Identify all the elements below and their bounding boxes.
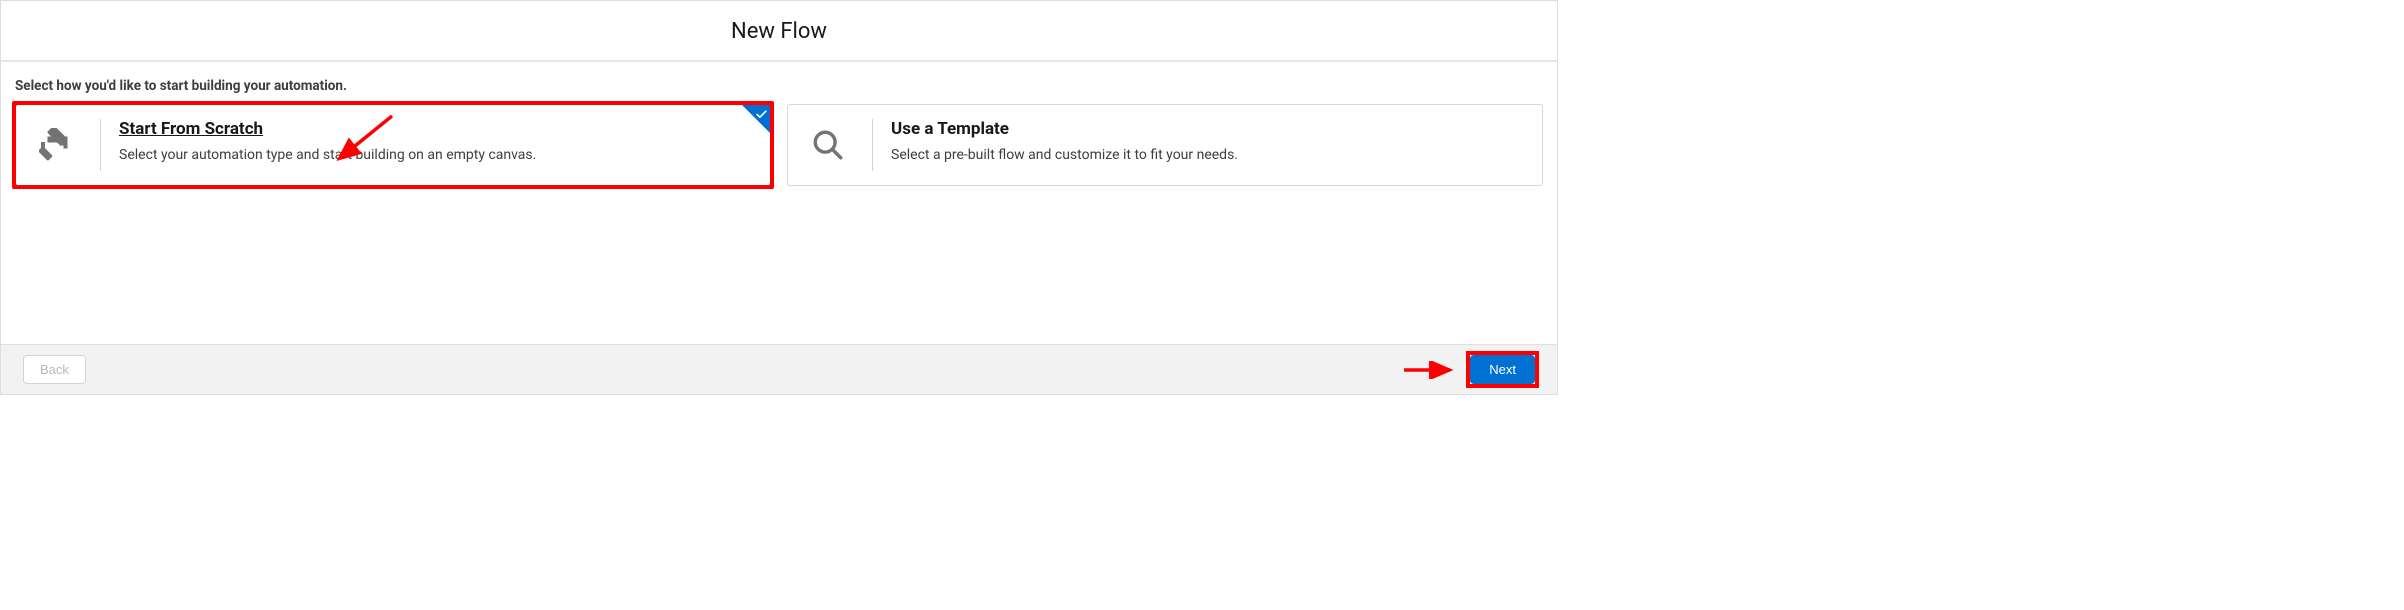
card-divider — [872, 119, 873, 171]
card-desc: Select your automation type and start bu… — [119, 147, 752, 163]
option-use-a-template[interactable]: Use a Template Select a pre-built flow a… — [787, 104, 1543, 186]
check-icon — [755, 106, 768, 125]
hammer-icon — [30, 119, 82, 171]
prompt-text: Select how you'd like to start building … — [15, 78, 1543, 94]
option-start-from-scratch[interactable]: Start From Scratch Select your automatio… — [15, 104, 771, 186]
back-button[interactable]: Back — [23, 355, 86, 384]
modal-header: New Flow — [1, 1, 1557, 62]
modal-footer: Back Next — [1, 344, 1557, 394]
modal-title: New Flow — [1, 19, 1557, 44]
search-icon — [802, 119, 854, 171]
modal-body: Select how you'd like to start building … — [1, 62, 1557, 344]
card-divider — [100, 119, 101, 171]
card-title: Use a Template — [891, 119, 1524, 139]
new-flow-modal: New Flow Select how you'd like to start … — [0, 0, 1558, 395]
options-row: Start From Scratch Select your automatio… — [15, 104, 1543, 186]
annotation-arrow-next — [1400, 361, 1460, 379]
card-desc: Select a pre-built flow and customize it… — [891, 147, 1524, 163]
card-text: Use a Template Select a pre-built flow a… — [891, 119, 1524, 163]
next-button[interactable]: Next — [1470, 355, 1535, 384]
card-title: Start From Scratch — [119, 119, 752, 139]
card-text: Start From Scratch Select your automatio… — [119, 119, 752, 163]
